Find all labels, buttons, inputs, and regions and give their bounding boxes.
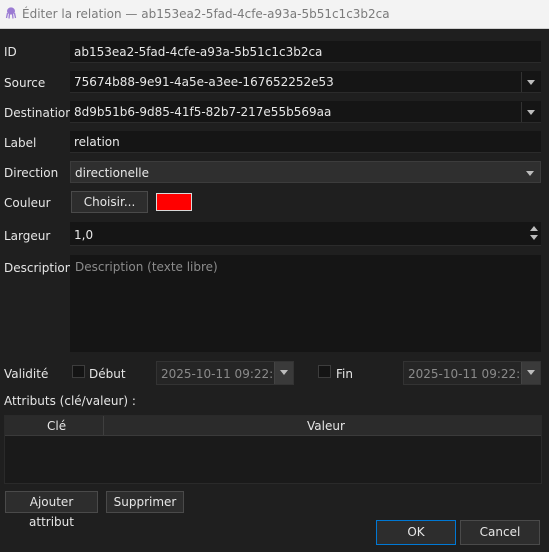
- column-header-cle[interactable]: Clé: [47, 419, 66, 433]
- largeur-value: 1,0: [74, 228, 94, 242]
- largeur-label: Largeur: [4, 229, 51, 243]
- description-label: Description: [4, 261, 73, 275]
- direction-combobox[interactable]: directionelle: [70, 161, 541, 183]
- color-swatch[interactable]: [156, 193, 192, 211]
- fin-label: Fin: [336, 367, 353, 381]
- chevron-down-icon: [527, 370, 535, 375]
- column-separator[interactable]: [103, 416, 104, 435]
- label-label: Label: [4, 136, 37, 150]
- add-attribute-button[interactable]: Ajouter attribut: [5, 491, 98, 529]
- fin-value: 2025-10-11 09:22:00: [408, 367, 536, 381]
- direction-label: Direction: [4, 166, 59, 180]
- label-value: relation: [74, 135, 120, 149]
- validite-label: Validité: [4, 367, 49, 381]
- table-header: Clé Valeur: [5, 416, 541, 436]
- cancel-button[interactable]: Cancel: [460, 520, 540, 545]
- destination-combobox[interactable]: 8d9b51b6-9d85-41f5-82b7-217e55b569aa: [70, 101, 541, 123]
- source-value: 75674b88-9e91-4a5e-a3ee-167652252e53: [74, 75, 334, 89]
- destination-label: Destination: [4, 106, 73, 120]
- attributes-label: Attributs (clé/valeur) :: [4, 394, 136, 408]
- source-label: Source: [4, 76, 46, 90]
- source-combobox[interactable]: 75674b88-9e91-4a5e-a3ee-167652252e53: [70, 71, 541, 93]
- largeur-spinbox[interactable]: 1,0: [70, 222, 541, 246]
- debut-checkbox[interactable]: [72, 365, 85, 378]
- attributes-table[interactable]: Clé Valeur: [4, 415, 542, 484]
- chevron-down-icon: [526, 171, 534, 176]
- debut-label: Début: [89, 367, 126, 381]
- choose-color-button[interactable]: Choisir...: [71, 191, 148, 213]
- id-value: ab153ea2-5fad-4cfe-a93a-5b51c1c3b2ca: [74, 45, 323, 59]
- label-input[interactable]: relation: [70, 131, 541, 153]
- direction-value: directionelle: [75, 166, 150, 180]
- column-header-valeur[interactable]: Valeur: [307, 419, 345, 433]
- id-label: ID: [4, 45, 17, 59]
- id-field[interactable]: ab153ea2-5fad-4cfe-a93a-5b51c1c3b2ca: [70, 41, 541, 63]
- window-titlebar: Éditer la relation — ab153ea2-5fad-4cfe-…: [0, 0, 549, 29]
- description-placeholder: Description (texte libre): [75, 260, 218, 274]
- debut-value: 2025-10-11 09:22:00: [161, 367, 289, 381]
- destination-value: 8d9b51b6-9d85-41f5-82b7-217e55b569aa: [74, 105, 332, 119]
- debut-dropdown-button[interactable]: [274, 362, 293, 384]
- delete-attribute-button[interactable]: Supprimer: [106, 491, 184, 513]
- chevron-down-icon: [280, 370, 288, 375]
- chevron-down-icon: [527, 80, 535, 85]
- spin-down-icon[interactable]: [530, 235, 538, 240]
- window-title: Éditer la relation — ab153ea2-5fad-4cfe-…: [22, 7, 390, 21]
- chevron-down-icon: [527, 110, 535, 115]
- app-octopus-icon: [5, 7, 17, 19]
- source-dropdown-button[interactable]: [521, 72, 540, 92]
- debut-datetime[interactable]: 2025-10-11 09:22:00: [156, 361, 294, 385]
- ok-button[interactable]: OK: [376, 520, 456, 545]
- direction-dropdown-button[interactable]: [521, 163, 539, 183]
- fin-dropdown-button[interactable]: [521, 362, 540, 384]
- spin-up-icon[interactable]: [530, 226, 538, 231]
- couleur-label: Couleur: [4, 196, 51, 210]
- fin-datetime[interactable]: 2025-10-11 09:22:00: [403, 361, 541, 385]
- destination-dropdown-button[interactable]: [521, 102, 540, 122]
- description-textarea[interactable]: Description (texte libre): [70, 255, 541, 352]
- fin-checkbox[interactable]: [318, 365, 331, 378]
